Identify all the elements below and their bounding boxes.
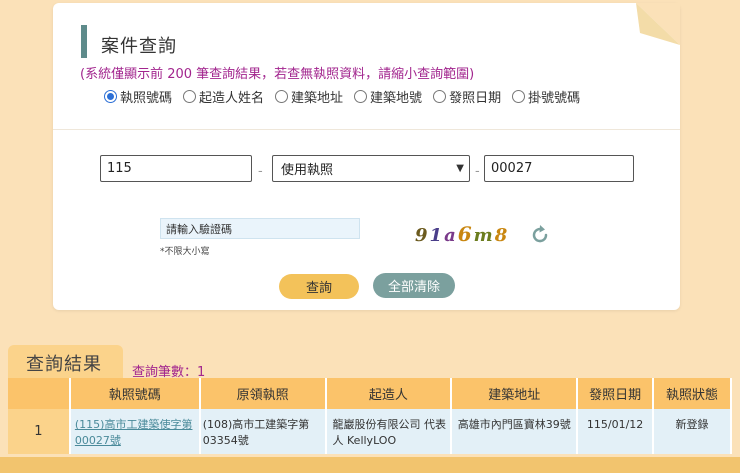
search-panel: 案件查詢 (系統僅顯示前 200 筆查詢結果，若查無執照資料，請縮小查詢範圍) … [53, 3, 680, 310]
radio-license-no[interactable]: 執照號碼 [104, 87, 172, 106]
radio-building-address[interactable]: 建築地址 [275, 87, 343, 106]
builder-cell: 龍巖股份有限公司 代表人 KellyLOO [325, 409, 453, 454]
radio-button[interactable] [275, 90, 289, 103]
chevron-down-icon: ▼ [456, 163, 464, 174]
original-license-cell: (108)高市工建築字第03354號 [199, 409, 327, 454]
license-number-link[interactable]: (115)高市工建築使字第00027號 [69, 409, 201, 454]
column-header-address: 建築地址 [451, 378, 579, 409]
title-accent-bar [81, 25, 87, 58]
footer-bar [0, 457, 740, 473]
radio-button[interactable] [354, 90, 368, 103]
column-header-license-no: 執照號碼 [69, 378, 201, 409]
page-title: 案件查詢 [101, 36, 177, 57]
captcha-input[interactable]: 請輸入驗證碼 [160, 218, 360, 239]
radio-registration-no[interactable]: 掛號號碼 [512, 87, 580, 106]
search-button[interactable]: 查詢 [279, 274, 359, 299]
captcha-char: 9 [415, 225, 430, 246]
separator-dash: - [258, 164, 263, 179]
license-type-select[interactable]: 使用執照 ▼ [272, 155, 470, 182]
captcha-char: 6 [457, 222, 474, 246]
results-table: 執照號碼 原領執照 起造人 建築地址 發照日期 執照狀態 1 (115)高市工建… [8, 378, 732, 454]
captcha-char: 1 [429, 225, 445, 246]
address-cell: 高雄市內門區寶林39號 [451, 409, 579, 454]
table-header-row: 執照號碼 原領執照 起造人 建築地址 發照日期 執照狀態 [8, 378, 732, 409]
table-row: 1 (115)高市工建築使字第00027號 (108)高市工建築字第03354號… [8, 409, 732, 454]
column-header-issue-date: 發照日期 [577, 378, 655, 409]
search-note: (系統僅顯示前 200 筆查詢結果，若查無執照資料，請縮小查詢範圍) [80, 67, 475, 82]
license-number-input[interactable]: 00027 [484, 155, 634, 182]
row-index: 1 [8, 409, 71, 454]
captcha-char: m [473, 225, 495, 246]
captcha-char: a [444, 225, 458, 246]
radio-land-number[interactable]: 建築地號 [354, 87, 422, 106]
captcha-image: 91a6m8 [415, 222, 509, 246]
radio-button[interactable] [433, 90, 447, 103]
column-header-status: 執照狀態 [653, 378, 732, 409]
issue-date-cell: 115/01/12 [577, 409, 655, 454]
radio-builder-name[interactable]: 起造人姓名 [183, 87, 264, 106]
radio-issue-date[interactable]: 發照日期 [433, 87, 501, 106]
year-input[interactable]: 115 [100, 155, 252, 182]
captcha-hint: *不限大小寫 [160, 247, 210, 257]
column-header-index [8, 378, 71, 409]
column-header-original-license: 原領執照 [199, 378, 327, 409]
status-cell: 新登錄 [653, 409, 732, 454]
page-fold-decoration [636, 3, 680, 45]
column-header-builder: 起造人 [325, 378, 453, 409]
clear-all-button[interactable]: 全部清除 [373, 273, 455, 298]
radio-button[interactable] [183, 90, 197, 103]
search-type-radio-group: 執照號碼 起造人姓名 建築地址 建築地號 發照日期 掛號號碼 [104, 87, 591, 106]
radio-button[interactable] [104, 90, 117, 103]
separator-dash: - [475, 164, 480, 179]
section-divider [53, 129, 680, 130]
radio-button[interactable] [512, 90, 526, 103]
captcha-char: 8 [494, 225, 510, 246]
refresh-icon[interactable] [529, 224, 551, 246]
